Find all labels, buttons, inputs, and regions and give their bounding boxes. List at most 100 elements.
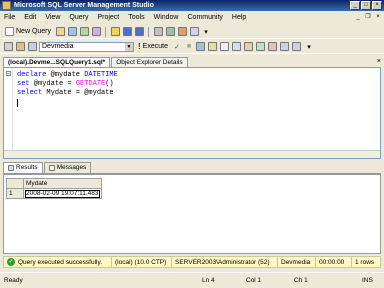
menu-edit[interactable]: Edit [24, 14, 36, 21]
display-plan-button[interactable] [196, 41, 206, 52]
results-grid: Mydate 1 2008-02-09 19:07:11.483 [6, 178, 102, 199]
new-query-icon [5, 27, 14, 36]
code-keyword: set [17, 80, 30, 89]
status-line: Ln 4 [202, 277, 215, 284]
database-select[interactable]: Devmedia ▼ [39, 41, 134, 52]
new-query-label: New Query [16, 28, 52, 35]
connect-icon [3, 42, 13, 51]
parse-button[interactable]: ✓ [172, 41, 182, 52]
doc-restore-icon[interactable]: ❐ [364, 13, 372, 21]
grid-icon [232, 42, 242, 51]
explorer-icon [165, 27, 175, 36]
save-button[interactable] [122, 26, 132, 37]
tab-results-label: Results [16, 164, 38, 171]
analysis-query-button[interactable] [67, 26, 77, 37]
save-all-button[interactable] [134, 26, 144, 37]
query-code: declare @mydate DATETIME set @mydate = G… [17, 71, 118, 109]
disconnect-button[interactable] [27, 41, 37, 52]
comment-button[interactable] [256, 41, 266, 52]
menu-bar: File Edit View Query Project Tools Windo… [0, 12, 384, 23]
object-explorer-button[interactable] [165, 26, 175, 37]
menu-window[interactable]: Window [154, 14, 179, 21]
status-rows: 1 rows [355, 258, 375, 266]
menu-help[interactable]: Help [232, 14, 246, 21]
database-icon [55, 27, 65, 36]
results-to-text-button[interactable] [220, 41, 230, 52]
code-keyword: declare [17, 71, 47, 79]
row-number[interactable]: 1 [6, 188, 24, 199]
results-to-grid-button[interactable] [232, 41, 242, 52]
query-status-bar: ✓ Query executed successfully. (local) (… [3, 256, 381, 268]
column-header-mydate[interactable]: Mydate [23, 178, 102, 189]
design-query-button[interactable] [208, 41, 218, 52]
query-status-message: ✓ Query executed successfully. [4, 257, 112, 267]
doc-minimize-icon[interactable]: _ [354, 13, 362, 21]
status-server: (local) (10.0 CTP) [112, 257, 172, 267]
title-bar: Microsoft SQL Server Management Studio _… [0, 0, 384, 11]
tab-messages[interactable]: Messages [43, 162, 92, 173]
dmx-query-button[interactable] [91, 26, 101, 37]
minimize-button[interactable]: _ [350, 1, 360, 10]
doc-close-icon[interactable]: × [374, 13, 382, 21]
outdent-button[interactable] [292, 41, 302, 52]
grid-cell-mydate[interactable]: 2008-02-09 19:07:11.483 [23, 188, 102, 199]
results-to-file-button[interactable] [244, 41, 254, 52]
query-editor[interactable]: − declare @mydate DATETIME set @mydate =… [3, 67, 381, 159]
menu-community[interactable]: Community [188, 14, 223, 21]
close-tab-icon[interactable]: × [377, 58, 381, 65]
design-icon [208, 42, 218, 51]
template-icon [177, 27, 187, 36]
menu-tools[interactable]: Tools [128, 14, 144, 21]
tab-sqlquery1[interactable]: (local).Devme...SQLQuery1.sql* [3, 57, 111, 67]
db-engine-query-button[interactable] [55, 26, 65, 37]
menu-file[interactable]: File [4, 14, 15, 21]
execute-button[interactable]: ! Execute [136, 41, 170, 52]
toolbar-options-button[interactable]: ▾ [201, 26, 211, 37]
horizontal-scrollbar[interactable] [4, 150, 380, 158]
status-user: SERVER2003\Administrator (52) [172, 257, 278, 267]
sql-editor-toolbar: Devmedia ▼ ! Execute ✓ ■ ▾ [0, 40, 384, 54]
checkmark-icon: ✓ [174, 43, 180, 51]
plan-icon [196, 42, 206, 51]
indent-button[interactable] [280, 41, 290, 52]
menu-query[interactable]: Query [69, 14, 88, 21]
grid-icon [8, 165, 14, 171]
properties-icon [189, 27, 199, 36]
tab-object-explorer-details[interactable]: Object Explorer Details [111, 57, 188, 67]
tab-results[interactable]: Results [3, 162, 43, 173]
editor-gutter: − [4, 68, 13, 158]
code-keyword: select [17, 89, 43, 98]
menu-project[interactable]: Project [97, 14, 119, 21]
open-file-button[interactable] [110, 26, 120, 37]
text-icon [220, 42, 230, 51]
change-connection-icon [15, 42, 25, 51]
properties-button[interactable] [189, 26, 199, 37]
toolbar-options-button[interactable]: ▾ [304, 41, 314, 52]
code-text: @mydate = [29, 80, 76, 89]
registered-servers-button[interactable] [153, 26, 163, 37]
collapse-icon[interactable]: − [6, 71, 11, 77]
cancel-query-button[interactable]: ■ [184, 41, 194, 52]
code-text: () [105, 80, 114, 89]
mdx-icon [79, 27, 89, 36]
template-explorer-button[interactable] [177, 26, 187, 37]
new-query-button[interactable]: New Query [3, 26, 53, 37]
stop-icon: ■ [186, 43, 192, 50]
status-insert-mode: INS [362, 277, 373, 284]
maximize-button[interactable]: □ [361, 1, 371, 10]
code-text: @mydate [46, 71, 85, 79]
menu-view[interactable]: View [45, 14, 60, 21]
uncomment-button[interactable] [268, 41, 278, 52]
mdx-query-button[interactable] [79, 26, 89, 37]
query-status-text: Query executed successfully. [18, 258, 103, 266]
change-connection-button[interactable] [15, 41, 25, 52]
document-tabs: (local).Devme...SQLQuery1.sql* Object Ex… [0, 57, 384, 67]
connect-button[interactable] [3, 41, 13, 52]
app-icon [2, 1, 11, 10]
close-button[interactable]: × [372, 1, 382, 10]
chevron-down-icon: ▾ [307, 43, 311, 51]
results-grid-pane: Mydate 1 2008-02-09 19:07:11.483 [3, 174, 381, 254]
status-bar: Ready Ln 4 Col 1 Ch 1 INS [0, 272, 384, 288]
code-keyword: DATETIME [84, 71, 118, 79]
table-row: 1 2008-02-09 19:07:11.483 [6, 188, 102, 199]
